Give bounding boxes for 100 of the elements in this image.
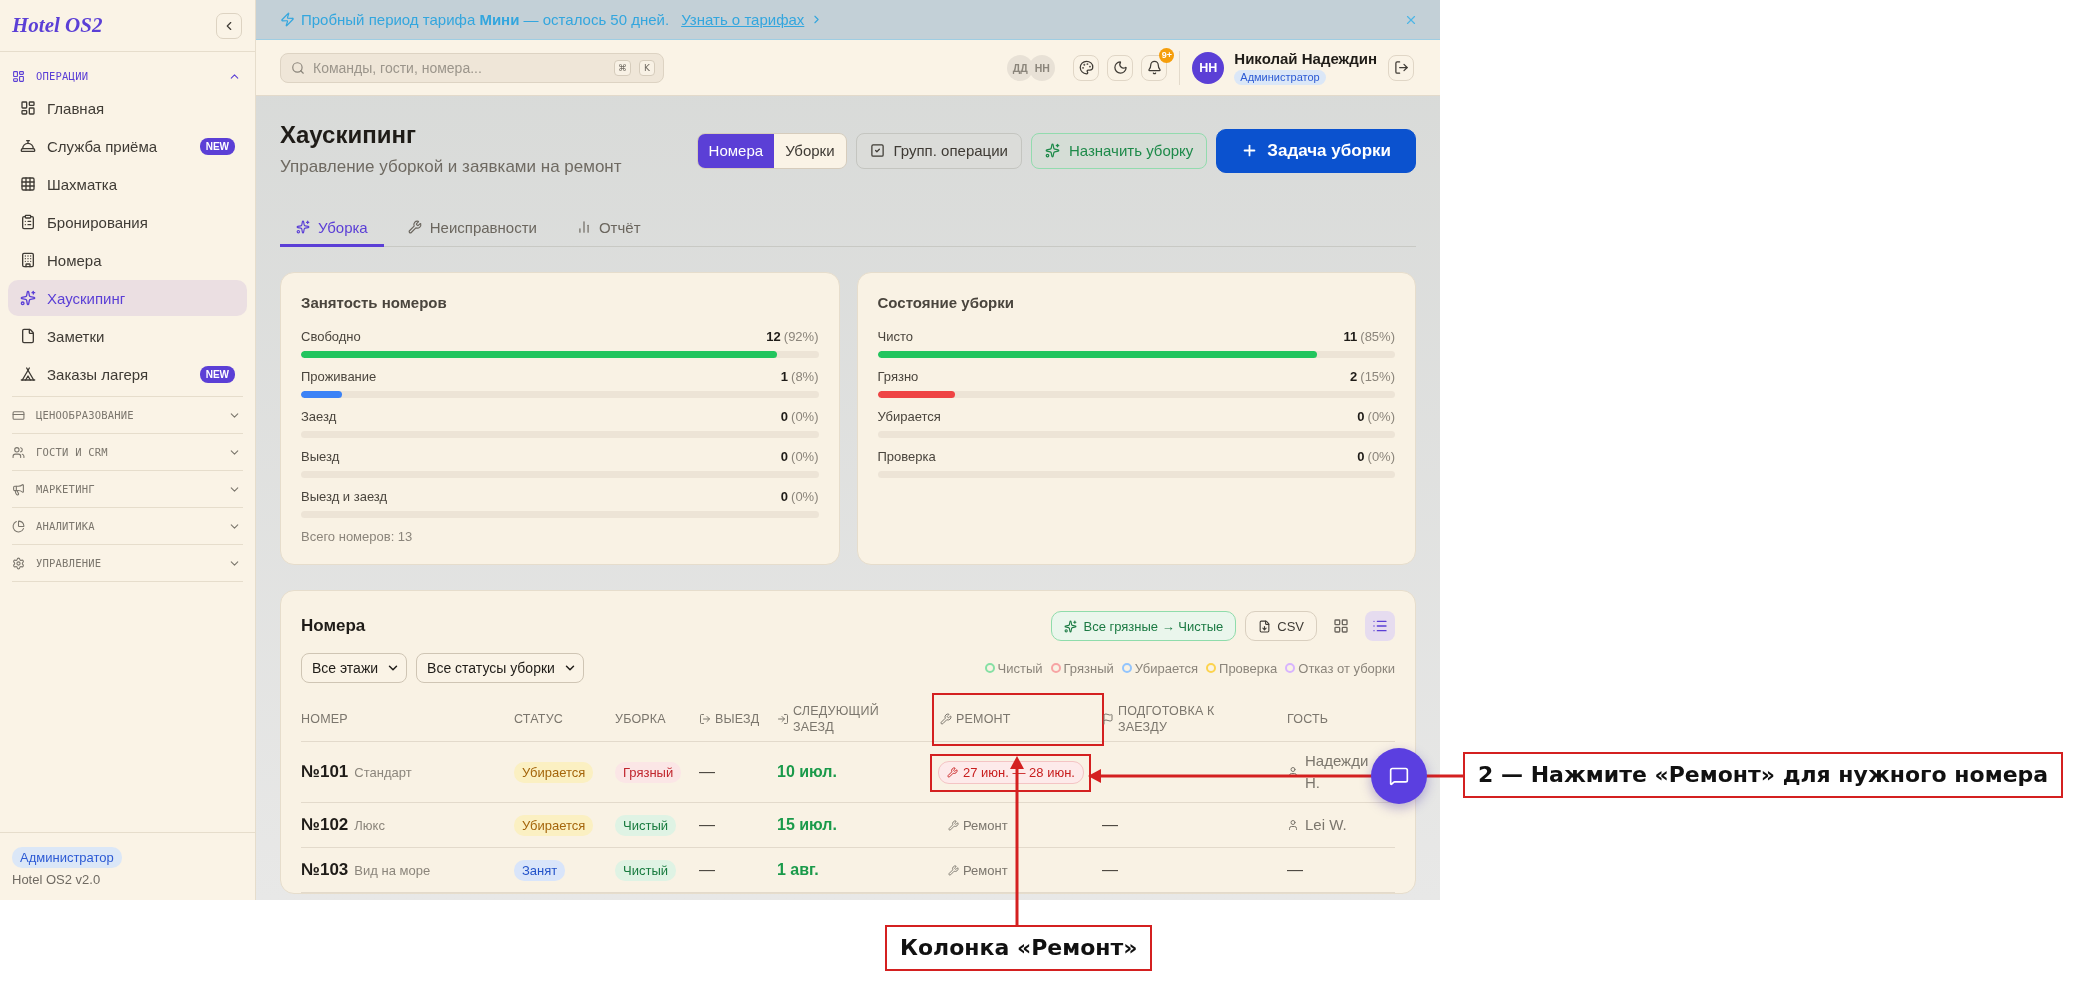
view-mode-button[interactable] — [1365, 611, 1395, 641]
users-icon — [12, 445, 25, 459]
section-header[interactable]: ЦЕНООБРАЗОВАНИЕ — [12, 397, 243, 433]
card-title: Занятость номеров — [301, 293, 448, 313]
status-badge: Убирается — [514, 814, 594, 836]
filter-select[interactable]: Все статусы уборки — [416, 653, 584, 683]
page-title: Хаускипинг — [280, 120, 417, 150]
grid-icon — [1333, 618, 1349, 634]
wrench-icon — [940, 712, 952, 725]
tab[interactable]: Отчёт — [560, 210, 657, 247]
new-badge: NEW — [199, 137, 235, 155]
search-icon — [291, 60, 305, 75]
search-input[interactable]: Команды, гости, номера... — [313, 57, 606, 78]
sparkles-icon — [1044, 143, 1060, 158]
nav-item[interactable]: Служба приёма NEW — [8, 128, 247, 164]
arrival-date: 10 июл. — [777, 763, 837, 781]
stat-percent: (0%) — [1367, 448, 1395, 466]
arrival-date: 1 авг. — [777, 861, 819, 879]
stat-label: Проверка — [877, 448, 936, 466]
stat-percent: (0%) — [791, 448, 819, 466]
stat-count: 0 — [780, 488, 789, 506]
user-icon — [1287, 766, 1299, 778]
stat-label: Свободно — [301, 328, 361, 346]
action-button[interactable]: Групп. операции — [855, 132, 1022, 169]
checkout-value: — — [699, 763, 715, 781]
app-version: Hotel OS2 v2.0 — [12, 872, 101, 888]
stat-label: Грязно — [877, 368, 919, 386]
legend-label: Проверка — [1219, 660, 1278, 676]
nav-item[interactable]: Главная — [8, 90, 247, 126]
bar-chart-icon — [576, 220, 591, 234]
repair-button[interactable]: Ремонт — [944, 815, 1012, 835]
section-header[interactable]: ОПЕРАЦИИ — [12, 62, 243, 90]
section-header[interactable]: МАРКЕТИНГ — [12, 471, 243, 507]
callout-label: 2 — Нажмите «Ремонт» для нужного номера — [1463, 752, 2064, 798]
nav-item[interactable]: Бронирования — [8, 204, 247, 240]
role-badge: Администратор — [12, 847, 122, 868]
user-icon — [1287, 819, 1299, 831]
legend-label: Убирается — [1134, 660, 1199, 676]
stat-percent: (0%) — [791, 408, 819, 426]
stat-label: Заезд — [301, 408, 337, 426]
trial-message: Пробный период тарифа Мини — осталось 50 дней. — [301, 11, 670, 28]
nav-item[interactable]: Номера — [8, 242, 247, 278]
stat-count: 0 — [780, 408, 789, 426]
csv-export-button[interactable]: CSV — [1245, 611, 1317, 641]
file-icon — [20, 328, 36, 344]
nav-item[interactable]: Заметки — [8, 318, 247, 354]
guest-name: Lei W. — [1305, 815, 1347, 835]
section-header[interactable]: АНАЛИТИКА — [12, 508, 243, 544]
callout-label: Колонка «Ремонт» — [885, 925, 1153, 971]
nav-item[interactable]: Шахматка — [8, 166, 247, 202]
legend-label: Грязный — [1063, 660, 1114, 676]
filter-select[interactable]: Все этажи — [301, 653, 408, 683]
room-type: Стандарт — [354, 764, 412, 780]
checkbox-icon — [869, 143, 885, 158]
service-bell-icon — [20, 138, 36, 154]
cleaning-status-badge: Чистый — [615, 859, 676, 881]
bell-icon — [1146, 60, 1162, 75]
prep-value: — — [1102, 861, 1118, 879]
view-toggle-segment[interactable]: Уборки — [774, 133, 846, 168]
status-badge: Убирается — [514, 761, 594, 783]
stat-label: Выезд — [301, 448, 340, 466]
dark-mode-button[interactable] — [1107, 54, 1134, 81]
action-button[interactable]: Назначить уборку — [1030, 132, 1208, 169]
logout-button[interactable] — [1388, 54, 1414, 81]
stat-label: Убирается — [877, 408, 941, 426]
checkout-value: — — [699, 816, 715, 834]
settings-icon — [12, 556, 25, 570]
room-number: №101 — [301, 762, 349, 782]
section-header[interactable]: ГОСТИ И CRM — [12, 434, 243, 470]
wrench-icon — [948, 819, 959, 831]
checkout-value: — — [699, 861, 715, 879]
tab[interactable]: Неисправности — [391, 210, 553, 247]
total-rooms: Всего номеров: 13 — [301, 528, 414, 546]
mark-all-clean-button[interactable]: Все грязные → Чистые — [1051, 611, 1237, 641]
action-button[interactable]: Задача уборки — [1216, 128, 1416, 173]
stat-count: 2 — [1350, 368, 1358, 386]
nav-item[interactable]: Заказы лагеря NEW — [8, 356, 247, 392]
sparkles-icon — [20, 290, 36, 306]
nav-item[interactable]: Хаускипинг — [8, 280, 247, 316]
view-toggle-segment[interactable]: Номера — [697, 133, 775, 168]
megaphone-icon — [12, 482, 25, 496]
repair-button[interactable]: Ремонт — [944, 860, 1012, 880]
shortcut-key: ⌘ — [614, 59, 631, 76]
card-title: Состояние уборки — [877, 293, 1015, 313]
section-header[interactable]: УПРАВЛЕНИЕ — [12, 545, 243, 581]
list-icon — [1372, 618, 1388, 634]
stat-percent: (92%) — [783, 328, 819, 346]
room-type: Вид на море — [354, 862, 431, 878]
stat-percent: (8%) — [791, 368, 819, 386]
stat-count: 1 — [780, 368, 789, 386]
moon-icon — [1112, 60, 1128, 75]
wrench-icon — [948, 864, 959, 876]
stat-count: 0 — [1357, 448, 1365, 466]
stat-count: 11 — [1343, 328, 1358, 346]
theme-palette-button[interactable] — [1073, 54, 1100, 81]
stat-count: 0 — [780, 448, 789, 466]
search-field[interactable]: Команды, гости, номера... ⌘ K — [280, 52, 664, 83]
wrench-icon — [947, 766, 958, 778]
tab[interactable]: Уборка — [280, 210, 384, 247]
legend-label: Чистый — [997, 660, 1043, 676]
